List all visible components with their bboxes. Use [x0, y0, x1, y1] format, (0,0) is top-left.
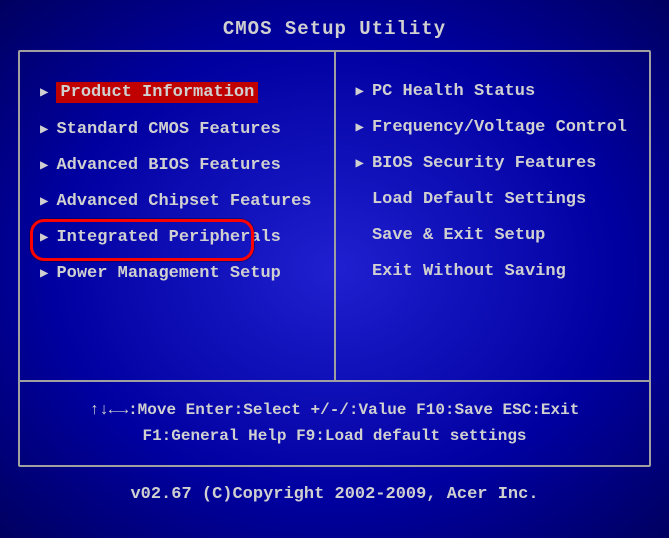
menu-item-advanced-bios[interactable]: ▶ Advanced BIOS Features: [32, 151, 322, 180]
triangle-right-icon: ▶: [356, 119, 364, 136]
menu-item-advanced-chipset[interactable]: ▶ Advanced Chipset Features: [32, 187, 322, 216]
menu-item-save-exit[interactable]: ▶ Save & Exit Setup: [348, 221, 638, 250]
menu-label: Product Information: [56, 82, 258, 103]
menu-label: Advanced BIOS Features: [56, 156, 280, 175]
menu-label: Frequency/Voltage Control: [372, 118, 627, 137]
menu-item-standard-cmos[interactable]: ▶ Standard CMOS Features: [32, 115, 322, 144]
triangle-right-icon: ▶: [40, 84, 48, 101]
menu-item-exit-nosave[interactable]: ▶ Exit Without Saving: [348, 257, 638, 286]
help-line-1: ↑↓←→:Move Enter:Select +/-/:Value F10:Sa…: [40, 398, 629, 424]
triangle-right-icon: ▶: [40, 157, 48, 174]
menu-label: Save & Exit Setup: [372, 226, 545, 245]
menu-label: BIOS Security Features: [372, 154, 596, 173]
menu-label: Exit Without Saving: [372, 262, 566, 281]
triangle-right-icon: ▶: [40, 265, 48, 282]
menu-label: PC Health Status: [372, 82, 535, 101]
menu-label: Integrated Peripherals: [56, 228, 280, 247]
menu-item-product-information[interactable]: ▶ Product Information: [32, 77, 322, 108]
menu-label: Advanced Chipset Features: [56, 192, 311, 211]
triangle-right-icon: ▶: [40, 229, 48, 246]
title: CMOS Setup Utility: [223, 18, 446, 40]
menu-left-column: ▶ Product Information ▶ Standard CMOS Fe…: [20, 52, 336, 380]
main-frame: ▶ Product Information ▶ Standard CMOS Fe…: [18, 50, 651, 467]
menu-item-bios-security[interactable]: ▶ BIOS Security Features: [348, 149, 638, 178]
menu-label: Load Default Settings: [372, 190, 586, 209]
menu-item-pc-health[interactable]: ▶ PC Health Status: [348, 77, 638, 106]
title-bar: CMOS Setup Utility: [8, 8, 661, 50]
copyright: v02.67 (C)Copyright 2002-2009, Acer Inc.: [130, 485, 538, 504]
triangle-right-icon: ▶: [40, 193, 48, 210]
menu-label: Standard CMOS Features: [56, 120, 280, 139]
menu-item-power-management[interactable]: ▶ Power Management Setup: [32, 259, 322, 288]
menu-label: Power Management Setup: [56, 264, 280, 283]
triangle-right-icon: ▶: [356, 83, 364, 100]
triangle-right-icon: ▶: [356, 155, 364, 172]
menu-item-integrated-peripherals[interactable]: ▶ Integrated Peripherals: [32, 223, 322, 252]
help-section: ↑↓←→:Move Enter:Select +/-/:Value F10:Sa…: [20, 382, 649, 465]
menu-item-frequency-voltage[interactable]: ▶ Frequency/Voltage Control: [348, 113, 638, 142]
menu-container: ▶ Product Information ▶ Standard CMOS Fe…: [20, 52, 649, 382]
triangle-right-icon: ▶: [40, 121, 48, 138]
menu-right-column: ▶ PC Health Status ▶ Frequency/Voltage C…: [336, 52, 650, 380]
help-line-2: F1:General Help F9:Load default settings: [40, 424, 629, 450]
menu-item-load-defaults[interactable]: ▶ Load Default Settings: [348, 185, 638, 214]
footer: v02.67 (C)Copyright 2002-2009, Acer Inc.: [8, 467, 661, 522]
